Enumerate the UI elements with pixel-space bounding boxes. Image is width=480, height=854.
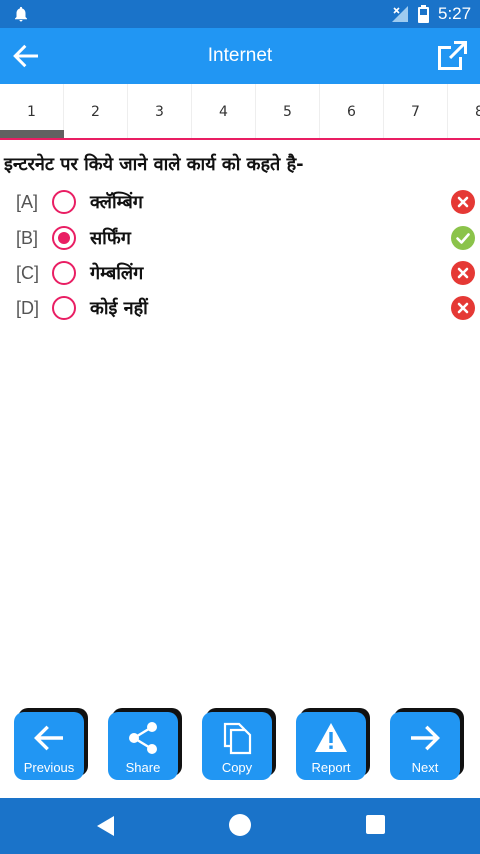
arrow-right-icon [411, 725, 440, 751]
copy-button[interactable]: Copy [202, 708, 276, 780]
wrong-icon [451, 190, 475, 214]
option-text[interactable]: गेम्बलिंग [90, 261, 143, 285]
nav-back-icon[interactable] [94, 814, 116, 838]
option-a[interactable]: [A] क्लॅम्बिंग [0, 186, 480, 220]
radio-button[interactable] [52, 190, 76, 214]
tab-6[interactable]: 6 [320, 84, 384, 138]
option-letter: [C] [16, 263, 40, 283]
status-time: 5:27 [438, 4, 472, 23]
radio-button-selected[interactable] [52, 226, 76, 250]
option-text[interactable]: क्लॅम्बिंग [90, 190, 143, 214]
tab-7[interactable]: 7 [384, 84, 448, 138]
tab-indicator [0, 130, 64, 138]
next-button[interactable]: Next [390, 708, 464, 780]
tab-4[interactable]: 4 [192, 84, 256, 138]
nav-home-icon[interactable] [229, 814, 251, 836]
copy-label: Copy [221, 760, 253, 775]
signal-icon [392, 6, 408, 22]
question-tabs: 1 2 3 4 5 6 7 8 [0, 84, 480, 140]
share-icon [129, 722, 157, 754]
option-text[interactable]: सर्फिंग [90, 226, 131, 250]
battery-icon [418, 5, 429, 23]
question-text: इन्टरनेट पर किये जाने वाले कार्य को कहते… [4, 154, 304, 175]
previous-label: Previous [23, 760, 75, 775]
option-letter: [D] [16, 298, 40, 318]
page-title: Internet [207, 45, 273, 66]
next-label: Next [411, 760, 439, 775]
share-label: Share [125, 760, 161, 775]
tab-5[interactable]: 5 [256, 84, 320, 138]
radio-button[interactable] [52, 296, 76, 320]
option-letter: [A] [16, 192, 39, 212]
tab-3[interactable]: 3 [128, 84, 192, 138]
tab-2[interactable]: 2 [64, 84, 128, 138]
previous-button[interactable]: Previous [14, 708, 88, 780]
status-bar: 5:27 [0, 0, 480, 28]
option-d[interactable]: [D] कोई नहीं [0, 292, 480, 326]
option-c[interactable]: [C] गेम्बलिंग [0, 257, 480, 291]
correct-check-icon [451, 226, 475, 250]
option-text[interactable]: कोई नहीं [90, 296, 148, 320]
warning-icon [315, 723, 347, 752]
app-bar: Internet [0, 28, 480, 84]
notification-bell-icon [15, 6, 27, 22]
tab-8[interactable]: 8 [448, 84, 480, 138]
wrong-icon [451, 296, 475, 320]
wrong-icon [451, 261, 475, 285]
copy-icon [223, 722, 252, 755]
open-external-icon[interactable] [434, 38, 470, 74]
option-letter: [B] [16, 228, 39, 248]
share-button[interactable]: Share [108, 708, 182, 780]
option-b[interactable]: [B] सर्फिंग [0, 222, 480, 256]
nav-recents-icon[interactable] [366, 815, 385, 834]
system-nav-bar [0, 798, 480, 854]
radio-button[interactable] [52, 261, 76, 285]
report-label: Report [311, 760, 351, 775]
arrow-left-icon [34, 725, 63, 751]
report-button[interactable]: Report [296, 708, 370, 780]
